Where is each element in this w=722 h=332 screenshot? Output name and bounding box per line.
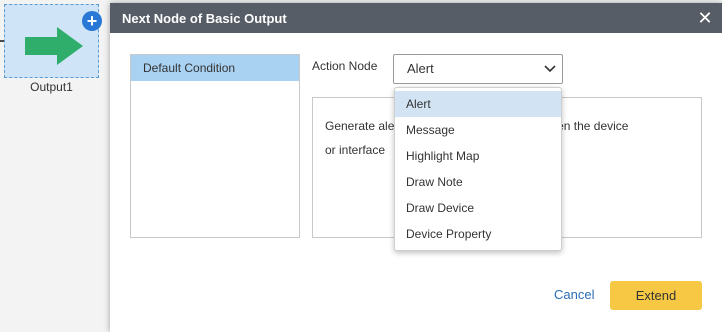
close-icon[interactable]: ✕ xyxy=(696,9,714,27)
dialog-title: Next Node of Basic Output xyxy=(122,10,287,26)
right-arrow-icon xyxy=(25,27,83,65)
dropdown-option-message[interactable]: Message xyxy=(395,117,561,143)
action-dropdown-menu: Alert Message Highlight Map Draw Note Dr… xyxy=(394,87,562,251)
condition-item-default[interactable]: Default Condition xyxy=(131,55,299,81)
dropdown-option-alert[interactable]: Alert xyxy=(395,91,561,117)
dropdown-option-draw-note[interactable]: Draw Note xyxy=(395,169,561,195)
action-node-label: Action Node xyxy=(312,59,378,73)
workflow-canvas: + Output1 Next Node of Basic Output ✕ De… xyxy=(0,0,722,332)
next-node-dialog: Next Node of Basic Output ✕ Default Cond… xyxy=(110,3,722,332)
dialog-header: Next Node of Basic Output xyxy=(110,3,722,33)
action-node-select[interactable]: Alert xyxy=(393,54,563,84)
dropdown-option-device-property[interactable]: Device Property xyxy=(395,221,561,247)
select-value: Alert xyxy=(407,61,434,76)
dropdown-option-highlight-map[interactable]: Highlight Map xyxy=(395,143,561,169)
extend-button[interactable]: Extend xyxy=(610,281,702,310)
dropdown-option-draw-device[interactable]: Draw Device xyxy=(395,195,561,221)
cancel-button[interactable]: Cancel xyxy=(554,287,594,302)
chevron-down-icon xyxy=(544,65,556,73)
plus-circle-icon[interactable]: + xyxy=(82,11,102,31)
condition-list: Default Condition xyxy=(130,54,300,238)
output-node[interactable]: + xyxy=(4,4,102,78)
node-label: Output1 xyxy=(30,80,73,94)
description-line-1-start: Generate ale xyxy=(325,119,395,133)
